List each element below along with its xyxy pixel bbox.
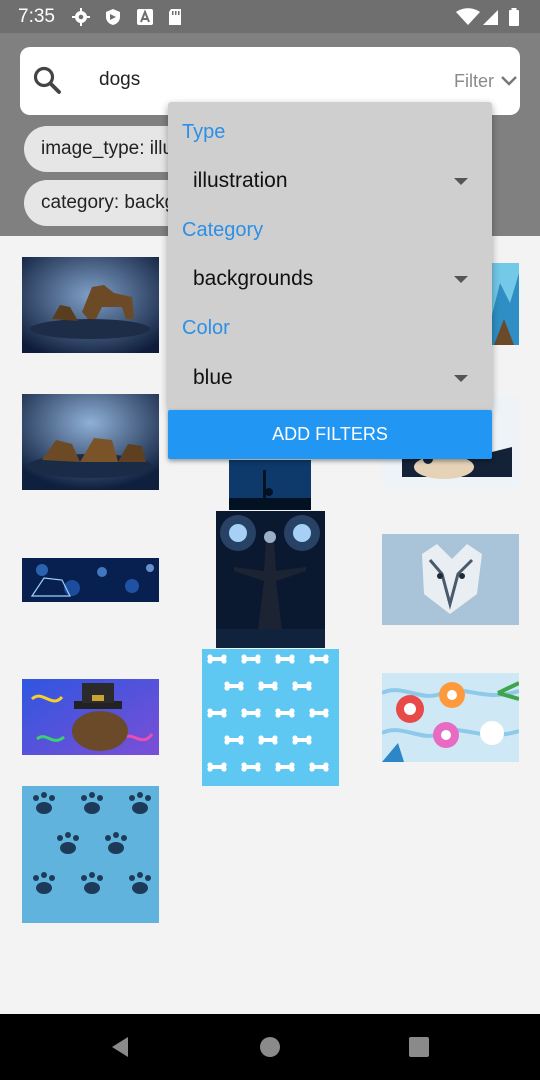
color-label: Color xyxy=(182,317,230,339)
thumb-german-shepherds-pups[interactable] xyxy=(22,394,159,490)
settings-icon xyxy=(72,8,90,26)
home-icon[interactable] xyxy=(259,1036,281,1058)
back-icon[interactable] xyxy=(108,1035,132,1059)
thumb-german-shepherds-rock[interactable] xyxy=(22,257,159,353)
signal-icon xyxy=(483,10,498,25)
category-select[interactable]: backgrounds xyxy=(193,267,313,291)
thumb-blue-mountains-partial[interactable] xyxy=(490,263,519,345)
text-a-icon xyxy=(137,9,153,25)
thumb-blue-paw-prints[interactable] xyxy=(22,786,159,923)
thumb-night-silhouette[interactable] xyxy=(229,460,311,510)
type-label: Type xyxy=(182,121,226,143)
filter-toggle[interactable]: Filter xyxy=(454,71,494,92)
search-icon[interactable] xyxy=(32,65,64,97)
navigation-bar xyxy=(0,1014,540,1080)
color-dropdown-arrow-icon[interactable] xyxy=(454,375,468,382)
thumb-blue-bokeh-dogs[interactable] xyxy=(22,558,159,602)
type-select[interactable]: illustration xyxy=(193,169,288,193)
wifi-icon xyxy=(456,8,480,25)
filter-panel: Type illustration Category backgrounds C… xyxy=(168,102,492,410)
status-bar: 7:35 xyxy=(0,0,540,33)
category-label: Category xyxy=(182,219,264,241)
thumb-pilgrim-hat-dog[interactable] xyxy=(22,679,159,755)
search-input[interactable]: dogs xyxy=(99,69,140,91)
category-dropdown-arrow-icon[interactable] xyxy=(454,276,468,283)
thumb-dark-gothic-figure[interactable] xyxy=(216,511,325,648)
thumb-wolf-snow[interactable] xyxy=(382,534,519,625)
shield-icon xyxy=(106,9,120,25)
chevron-down-icon[interactable] xyxy=(500,75,518,87)
thumb-pool-floaties[interactable] xyxy=(382,673,519,762)
recents-icon[interactable] xyxy=(408,1036,430,1058)
color-select[interactable]: blue xyxy=(193,366,233,390)
thumb-dog-bones-pattern[interactable] xyxy=(202,649,339,786)
add-filters-button[interactable]: ADD FILTERS xyxy=(168,410,492,459)
battery-icon xyxy=(509,8,519,26)
sd-card-icon xyxy=(169,9,181,25)
status-time: 7:35 xyxy=(18,6,55,27)
type-dropdown-arrow-icon[interactable] xyxy=(454,178,468,185)
